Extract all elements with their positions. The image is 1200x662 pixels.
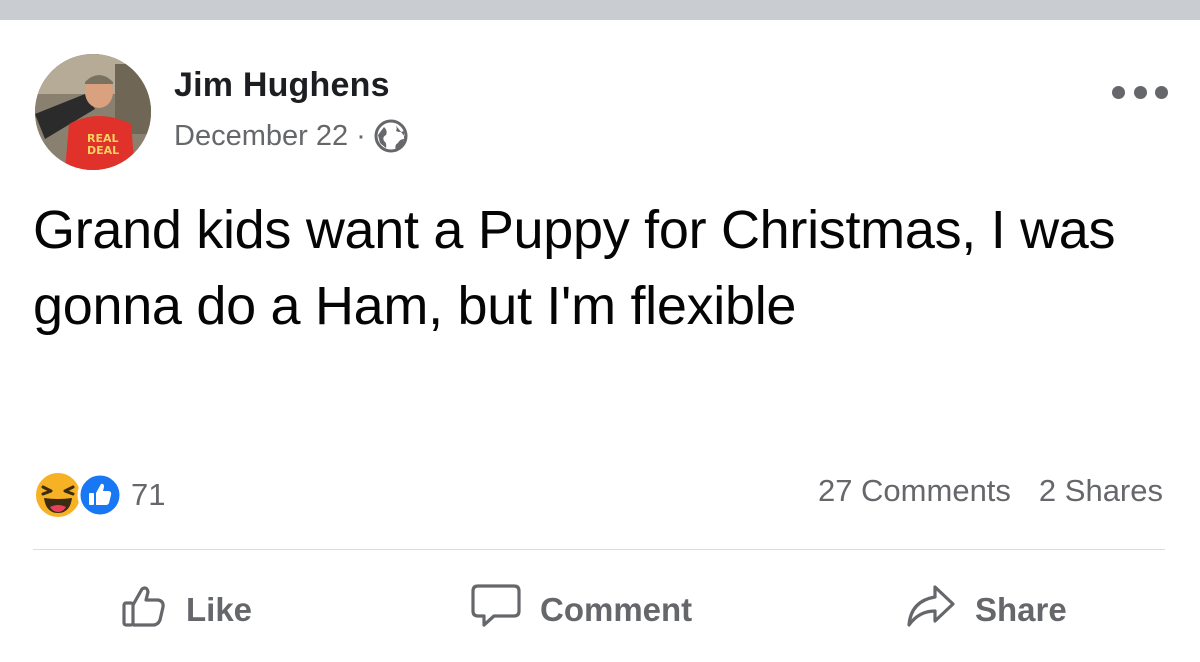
post-text: Grand kids want a Puppy for Christmas, I… (33, 200, 1116, 336)
more-dot (1155, 85, 1168, 99)
comment-bubble-icon (470, 582, 522, 638)
more-dot (1112, 85, 1125, 99)
share-button[interactable]: Share (905, 582, 1067, 638)
share-label: Share (975, 591, 1067, 628)
shirt-text-line-2: DEAL (87, 144, 119, 157)
avatar-photo: REAL DEAL (35, 54, 151, 170)
globe-icon[interactable] (374, 119, 408, 153)
share-arrow-icon (905, 583, 957, 637)
engagement-counts: 27 Comments 2 Shares (818, 473, 1163, 509)
comment-button[interactable]: Comment (470, 582, 692, 638)
author-name[interactable]: Jim Hughens (174, 66, 390, 105)
top-separator-bar (0, 0, 1200, 20)
thumbs-up-icon (120, 583, 168, 637)
like-button[interactable]: Like (120, 582, 252, 638)
post-date[interactable]: December 22 (174, 120, 348, 153)
reaction-summary[interactable]: 71 (33, 470, 165, 520)
reaction-count: 71 (131, 477, 166, 512)
post-meta: December 22 · (174, 116, 408, 156)
more-options-icon[interactable] (1112, 80, 1168, 104)
comment-label: Comment (540, 591, 693, 628)
meta-separator: · (356, 119, 366, 152)
like-reaction-icon (77, 472, 123, 518)
more-dot (1133, 85, 1147, 99)
like-label: Like (186, 591, 253, 628)
haha-icon (33, 470, 83, 520)
actions-divider (33, 549, 1165, 550)
comments-count[interactable]: 27 Comments (818, 473, 1011, 509)
avatar[interactable]: REAL DEAL (35, 54, 151, 170)
shares-count[interactable]: 2 Shares (1039, 473, 1163, 509)
